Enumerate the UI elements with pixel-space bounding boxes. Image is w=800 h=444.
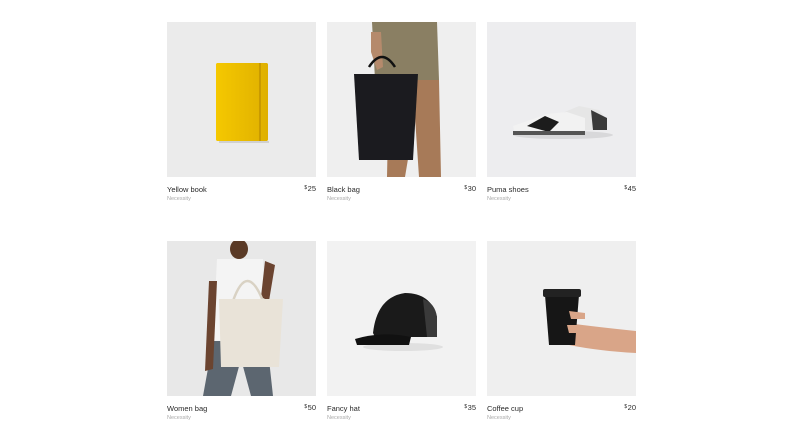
product-price: $20 (624, 403, 636, 412)
product-image[interactable] (167, 22, 316, 177)
product-name[interactable]: Puma shoes (487, 185, 529, 194)
product-card-black-bag[interactable]: Black bag $30 Necessity (327, 22, 476, 207)
product-category: Necessity (167, 415, 191, 421)
product-price: $50 (304, 403, 316, 412)
product-name[interactable]: Black bag (327, 185, 360, 194)
black-cap-icon (355, 293, 443, 351)
product-card-yellow-book[interactable]: Yellow book $25 Necessity (167, 22, 316, 207)
product-category: Necessity (167, 196, 191, 202)
product-price: $35 (464, 403, 476, 412)
product-card-coffee-cup[interactable]: Coffee cup $20 Necessity (487, 241, 636, 426)
product-image[interactable] (167, 241, 316, 396)
product-price: $45 (624, 184, 636, 193)
product-name[interactable]: Women bag (167, 404, 207, 413)
product-name[interactable]: Fancy hat (327, 404, 360, 413)
black-tote-bag-icon (354, 22, 441, 177)
product-image[interactable] (327, 22, 476, 177)
product-image[interactable] (487, 22, 636, 177)
product-card-fancy-hat[interactable]: Fancy hat $35 Necessity (327, 241, 476, 426)
sneakers-icon (513, 106, 613, 139)
product-name[interactable]: Coffee cup (487, 404, 523, 413)
coffee-cup-icon (543, 289, 636, 353)
product-price: $25 (304, 184, 316, 193)
product-price: $30 (464, 184, 476, 193)
product-name[interactable]: Yellow book (167, 185, 207, 194)
product-category: Necessity (327, 196, 351, 202)
product-category: Necessity (487, 415, 511, 421)
product-category: Necessity (487, 196, 511, 202)
product-category: Necessity (327, 415, 351, 421)
product-card-puma-shoes[interactable]: Puma shoes $45 Necessity (487, 22, 636, 207)
yellow-notebook-icon (216, 63, 269, 143)
product-card-women-bag[interactable]: Women bag $50 Necessity (167, 241, 316, 426)
canvas-tote-bag-icon (203, 241, 283, 396)
product-image[interactable] (487, 241, 636, 396)
product-image[interactable] (327, 241, 476, 396)
